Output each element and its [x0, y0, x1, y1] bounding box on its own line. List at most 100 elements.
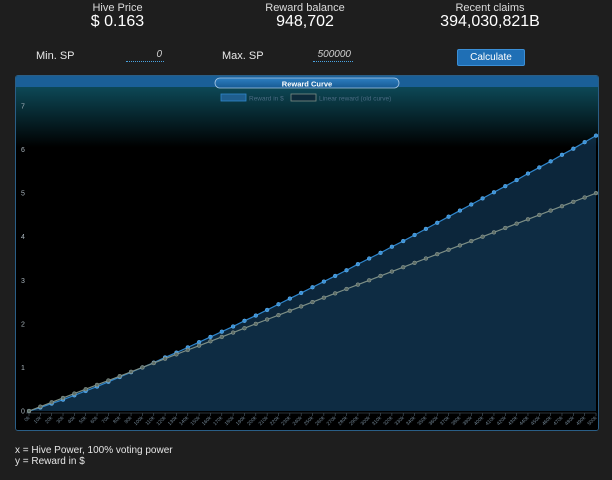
data-point [253, 321, 258, 327]
data-point [140, 365, 145, 370]
data-point [367, 278, 372, 283]
data-point [185, 347, 190, 353]
data-point [412, 232, 417, 238]
data-point [367, 256, 372, 261]
hive-price-value: $ 0.163 [90, 13, 145, 30]
data-point [593, 133, 598, 138]
max-sp-input[interactable] [313, 48, 353, 62]
data-point [128, 369, 134, 374]
data-point [310, 299, 315, 305]
data-point [469, 238, 474, 244]
data-point [525, 171, 531, 176]
data-point [344, 286, 349, 292]
data-point [26, 408, 32, 414]
data-point [593, 190, 598, 196]
data-point [242, 318, 247, 323]
data-point [559, 204, 565, 209]
data-point [491, 230, 497, 235]
data-point [491, 190, 497, 195]
data-point [299, 304, 304, 309]
y-tick-label: 0 [21, 409, 25, 416]
y-tick-label: 5 [21, 191, 25, 198]
data-point [412, 260, 417, 266]
data-point [230, 330, 236, 335]
data-point [582, 195, 587, 200]
hive-price-stat: Hive Price $ 0.163 [70, 2, 165, 30]
data-point [469, 202, 474, 207]
y-tick-label: 6 [21, 147, 25, 154]
data-point [174, 352, 179, 357]
data-point [106, 378, 111, 383]
data-point [219, 334, 224, 340]
data-point [389, 269, 395, 274]
data-point [83, 387, 88, 392]
data-point [435, 251, 440, 257]
legend-swatch-reward [220, 93, 247, 102]
data-point [514, 177, 519, 183]
y-tick-label: 2 [21, 321, 25, 328]
data-point [401, 238, 406, 244]
data-point [355, 282, 361, 287]
data-point [401, 265, 406, 270]
data-point [333, 291, 338, 296]
data-point [355, 262, 361, 267]
data-point [514, 221, 519, 226]
chart-title: Reward Curve [282, 80, 332, 89]
min-sp-input[interactable] [126, 48, 164, 62]
data-point [537, 165, 542, 170]
chart-canvas: Reward Curve Reward in $ Linear reward (… [16, 76, 598, 430]
data-point [548, 208, 553, 213]
data-point [299, 290, 304, 296]
data-point [378, 273, 383, 279]
data-point [378, 250, 383, 255]
data-point [503, 184, 508, 189]
data-point [230, 324, 236, 329]
data-point [457, 243, 463, 248]
y-axis-note: y = Reward in $ [15, 456, 85, 467]
reward-curve-chart: Reward Curve Reward in $ Linear reward (… [15, 75, 599, 431]
calculate-button[interactable]: Calculate [457, 49, 525, 66]
data-point [276, 302, 281, 307]
data-point [423, 226, 429, 232]
y-tick-label: 4 [21, 234, 25, 241]
data-point [264, 307, 270, 313]
data-point [253, 313, 258, 318]
data-point [287, 296, 292, 301]
max-sp-label: Max. SP [222, 50, 264, 62]
data-point [525, 217, 531, 222]
data-point [503, 225, 508, 231]
data-point [457, 208, 463, 213]
data-point [537, 212, 542, 218]
data-point [219, 329, 224, 334]
recent-claims-value: 394,030,821B [440, 13, 540, 30]
data-point [162, 356, 168, 361]
data-point [38, 404, 43, 409]
data-point [446, 214, 451, 219]
data-point [446, 247, 451, 252]
data-point [548, 159, 553, 164]
data-point [151, 360, 156, 366]
legend-label-reward: Reward in $ [249, 96, 284, 103]
data-point [196, 343, 202, 348]
data-point [208, 339, 213, 344]
data-point [423, 256, 429, 261]
data-point [208, 334, 213, 340]
data-point [264, 317, 270, 322]
data-point [60, 395, 66, 401]
data-point [94, 382, 100, 388]
data-point [559, 152, 565, 157]
legend-label-old: Linear reward (old curve) [319, 96, 391, 103]
data-point [72, 391, 77, 396]
data-point [333, 273, 338, 279]
data-point [582, 140, 587, 145]
data-point [571, 146, 576, 151]
data-point [310, 285, 315, 290]
data-point [321, 295, 326, 300]
data-point [435, 220, 440, 225]
data-point [196, 340, 202, 345]
data-point [276, 312, 281, 318]
data-point [389, 244, 395, 249]
data-point [321, 279, 326, 284]
data-point [242, 326, 247, 331]
data-point [49, 400, 54, 405]
